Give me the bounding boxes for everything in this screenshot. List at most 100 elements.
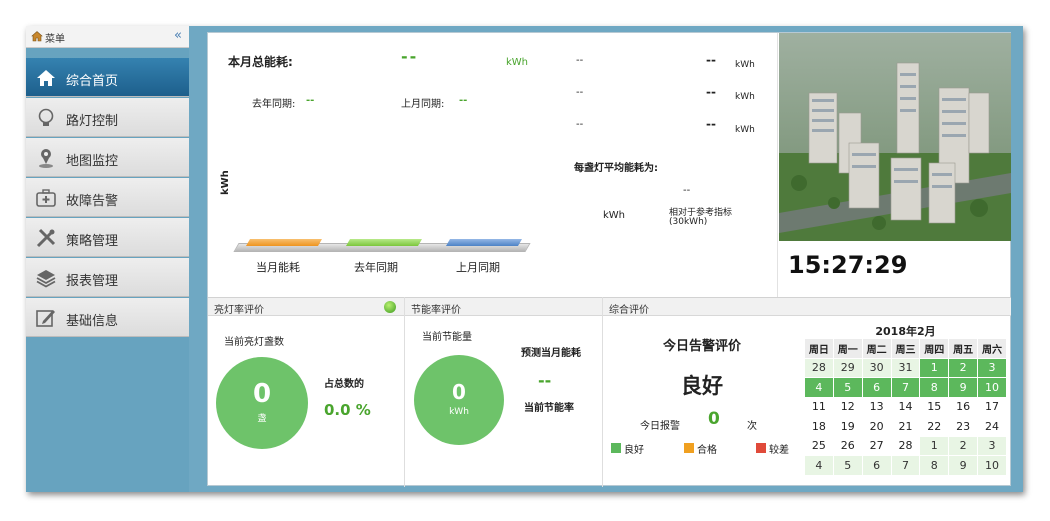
calendar-day[interactable]: 24 — [977, 416, 1007, 437]
calendar-day[interactable]: 16 — [948, 396, 979, 417]
overall-header-text: 综合评价 — [609, 305, 649, 316]
home-small-icon — [31, 31, 43, 42]
saving-header: 节能率评价 — [405, 297, 602, 316]
calendar-day[interactable]: 15 — [919, 396, 950, 417]
collapse-sidebar-button[interactable]: « — [174, 28, 182, 43]
calendar-day[interactable]: 1 — [919, 357, 950, 378]
row1-unit: kWh — [735, 60, 755, 70]
calendar-day[interactable]: 12 — [832, 396, 863, 417]
calendar-day[interactable]: 8 — [919, 377, 950, 398]
calendar-day[interactable]: 21 — [890, 416, 921, 437]
calendar-day[interactable]: 22 — [919, 416, 950, 437]
sidebar-item-label: 报表管理 — [66, 274, 119, 289]
weekday-sun: 周日 — [804, 338, 834, 359]
last-year-label: 去年同期: — [252, 99, 296, 110]
calendar-day[interactable]: 17 — [977, 396, 1007, 417]
calendar-day[interactable]: 6 — [861, 455, 892, 476]
calendar-day[interactable]: 1 — [919, 435, 950, 456]
calendar-day[interactable]: 28 — [890, 435, 921, 456]
calendar-day[interactable]: 7 — [890, 377, 921, 398]
energy-panel: 本月总能耗: -- kWh 去年同期: -- 上月同期: -- kWh 当月能耗… — [208, 33, 778, 297]
sidebar-item-reports[interactable]: 报表管理 — [26, 258, 189, 297]
calendar-week: 25 26 27 28 1 2 3 — [804, 435, 1007, 456]
sidebar-item-label: 路灯控制 — [66, 114, 119, 129]
sidebar-item-label: 故障告警 — [66, 194, 119, 209]
bar-last-month — [445, 239, 523, 246]
calendar-day[interactable]: 28 — [804, 357, 834, 378]
calendar-day[interactable]: 8 — [919, 455, 950, 476]
sidebar-title: 菜单 — [45, 34, 65, 45]
calendar-day[interactable]: 10 — [977, 455, 1007, 476]
calendar-day[interactable]: 2 — [948, 435, 979, 456]
legend-pass-label: 合格 — [697, 445, 717, 456]
calendar-day[interactable]: 5 — [832, 455, 863, 476]
overall-rating: 良好 — [681, 374, 723, 398]
light-count-label: 当前亮灯盏数 — [224, 337, 284, 348]
calendar-day[interactable]: 23 — [948, 416, 979, 437]
weekday-tue: 周二 — [861, 338, 892, 359]
row3-value-a: -- — [576, 119, 584, 130]
calendar-day[interactable]: 4 — [804, 455, 834, 476]
overall-header: 综合评价 — [603, 297, 1011, 316]
sidebar-item-light-control[interactable]: 路灯控制 — [26, 98, 189, 137]
ratio-value: 0.0 % — [324, 401, 371, 419]
weekday-fri: 周五 — [948, 338, 979, 359]
sidebar-item-strategy[interactable]: 策略管理 — [26, 218, 189, 257]
alarm-count: 0 — [708, 409, 720, 429]
calendar-day[interactable]: 20 — [861, 416, 892, 437]
calendar-day[interactable]: 5 — [832, 377, 863, 398]
calendar-week: 28 29 30 31 1 2 3 — [804, 357, 1007, 378]
saving-header-text: 节能率评价 — [411, 305, 461, 316]
calendar-day[interactable]: 30 — [861, 357, 892, 378]
calendar-day[interactable]: 19 — [832, 416, 863, 437]
clock-time: 15:27:29 — [788, 251, 908, 279]
calendar-day[interactable]: 27 — [861, 435, 892, 456]
home-icon — [37, 70, 55, 86]
calendar-day[interactable]: 18 — [804, 416, 834, 437]
bar-label-last-month: 上月同期 — [456, 261, 500, 274]
last-year-value: -- — [306, 95, 315, 106]
calendar-day[interactable]: 14 — [890, 396, 921, 417]
overall-title: 今日告警评价 — [663, 339, 742, 354]
calendar-day[interactable]: 3 — [977, 435, 1007, 456]
row3-unit: kWh — [735, 125, 755, 135]
alarm-label: 今日报警 — [640, 421, 680, 432]
weekday-wed: 周三 — [890, 338, 921, 359]
calendar-day[interactable]: 25 — [804, 435, 834, 456]
calendar-day[interactable]: 10 — [977, 377, 1007, 398]
sidebar-item-map-monitor[interactable]: 地图监控 — [26, 138, 189, 177]
last-month-label: 上月同期: — [401, 99, 445, 110]
sidebar-item-fault-alarm[interactable]: 故障告警 — [26, 178, 189, 217]
calendar-day[interactable]: 7 — [890, 455, 921, 476]
clock-panel: 15:27:29 — [779, 241, 1011, 297]
sidebar-item-home[interactable]: 综合首页 — [26, 58, 189, 97]
calendar-day[interactable]: 11 — [804, 396, 834, 417]
layers-icon — [36, 270, 56, 288]
row1-value-a: -- — [576, 55, 584, 66]
row1-value-b: -- — [706, 53, 716, 67]
row2-unit: kWh — [735, 92, 755, 102]
calendar-day[interactable]: 6 — [861, 377, 892, 398]
sidebar-item-basic-info[interactable]: 基础信息 — [26, 298, 189, 337]
calendar-day[interactable]: 26 — [832, 435, 863, 456]
ratio-label: 占总数的 — [324, 379, 364, 390]
energy-total-value: -- — [401, 47, 419, 66]
status-indicator-icon — [384, 301, 396, 313]
saving-rate-label: 当前节能率 — [524, 403, 574, 414]
calendar-day[interactable]: 2 — [948, 357, 979, 378]
calendar-day[interactable]: 31 — [890, 357, 921, 378]
divider — [602, 297, 603, 487]
saving-amount-unit: kWh — [449, 407, 469, 417]
calendar-day[interactable]: 4 — [804, 377, 834, 398]
calendar-day[interactable]: 9 — [948, 455, 979, 476]
legend-poor-label: 较差 — [769, 445, 789, 456]
saving-amount-value: 0 — [452, 380, 466, 404]
map-pin-icon — [39, 149, 53, 168]
calendar-day[interactable]: 29 — [832, 357, 863, 378]
calendar-day[interactable]: 9 — [948, 377, 979, 398]
last-month-value: -- — [459, 95, 468, 106]
energy-total-unit: kWh — [506, 57, 529, 68]
calendar-week: 18 19 20 21 22 23 24 — [804, 416, 1007, 437]
calendar-day[interactable]: 13 — [861, 396, 892, 417]
calendar-day[interactable]: 3 — [977, 357, 1007, 378]
